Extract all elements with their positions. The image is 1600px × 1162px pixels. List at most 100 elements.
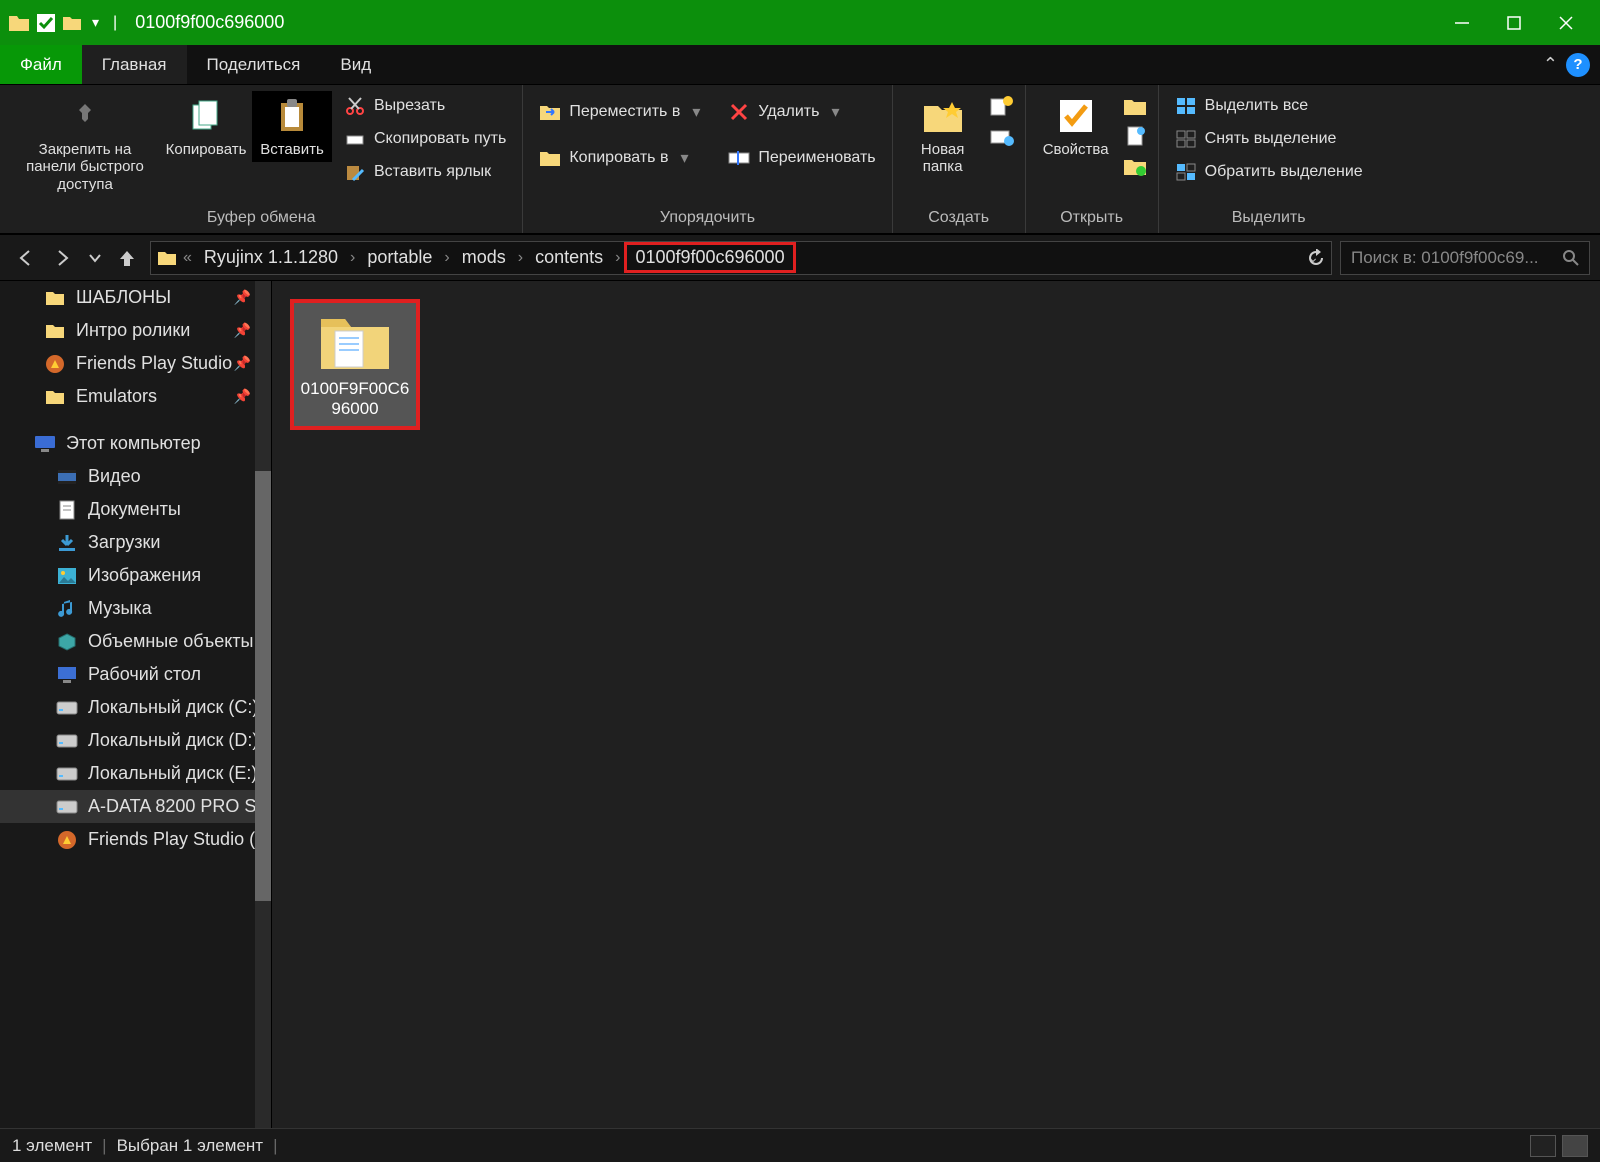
- delete-button[interactable]: Удалить ▾: [722, 97, 881, 127]
- breadcrumb-item[interactable]: portable: [361, 245, 438, 270]
- sidebar-pc-item[interactable]: Изображения: [0, 559, 271, 592]
- video-icon: [56, 466, 78, 488]
- close-button[interactable]: [1540, 0, 1592, 45]
- edit-button[interactable]: [1122, 125, 1148, 147]
- qat-dropdown-icon[interactable]: ▾: [88, 14, 103, 31]
- sidebar-pc-item[interactable]: Рабочий стол: [0, 658, 271, 691]
- select-all-button[interactable]: Выделить все: [1169, 91, 1369, 121]
- computer-icon: [34, 433, 56, 455]
- sidebar-quick-item[interactable]: ШАБЛОНЫ📌: [0, 281, 271, 314]
- sidebar-quick-item[interactable]: Friends Play Studio📌: [0, 347, 271, 380]
- sidebar-scrollbar[interactable]: [255, 281, 271, 1128]
- refresh-button[interactable]: [1307, 249, 1325, 267]
- folder-arrow-icon: [539, 101, 561, 123]
- sidebar-pc-item[interactable]: Видео: [0, 460, 271, 493]
- sidebar-pc-item[interactable]: Локальный диск (C:): [0, 691, 271, 724]
- chevron-icon[interactable]: ›: [348, 249, 357, 267]
- invert-selection-button[interactable]: Обратить выделение: [1169, 157, 1369, 187]
- menu-home[interactable]: Главная: [82, 45, 187, 84]
- breadcrumb-item[interactable]: contents: [529, 245, 609, 270]
- icons-view-button[interactable]: [1562, 1135, 1588, 1157]
- sidebar-quick-item[interactable]: Интро ролики📌: [0, 314, 271, 347]
- ribbon-group-clipboard: Закрепить на панели быстрого доступа Коп…: [0, 85, 523, 233]
- 3d-icon: [56, 631, 78, 653]
- sidebar-pc-item[interactable]: Загрузки: [0, 526, 271, 559]
- disk-icon: [56, 763, 78, 785]
- details-view-button[interactable]: [1530, 1135, 1556, 1157]
- cut-button[interactable]: Вырезать: [338, 91, 512, 121]
- new-item-button[interactable]: [989, 95, 1015, 117]
- menu-share[interactable]: Поделиться: [187, 45, 321, 84]
- chevron-icon[interactable]: ›: [613, 249, 622, 267]
- sidebar: ШАБЛОНЫ📌Интро ролики📌Friends Play Studio…: [0, 281, 272, 1128]
- open-button[interactable]: [1122, 95, 1148, 117]
- copy-button[interactable]: Копировать: [166, 91, 246, 162]
- sidebar-quick-item[interactable]: Emulators📌: [0, 380, 271, 413]
- sidebar-pc-item[interactable]: Объемные объекты: [0, 625, 271, 658]
- ribbon-group-select: Выделить все Снять выделение Обратить вы…: [1159, 85, 1379, 233]
- sidebar-pc-item[interactable]: Локальный диск (D:): [0, 724, 271, 757]
- folder-icon: [44, 287, 66, 309]
- sidebar-pc-item[interactable]: A-DATA 8200 PRO SS: [0, 790, 271, 823]
- sidebar-pc-item[interactable]: Локальный диск (E:): [0, 757, 271, 790]
- status-selection: Выбран 1 элемент: [117, 1136, 263, 1156]
- help-button[interactable]: ?: [1566, 53, 1590, 77]
- search-input[interactable]: Поиск в: 0100f9f00c69...: [1340, 241, 1590, 275]
- disk-icon: [56, 730, 78, 752]
- maximize-button[interactable]: [1488, 0, 1540, 45]
- menu-file[interactable]: Файл: [0, 45, 82, 84]
- download-icon: [56, 532, 78, 554]
- select-none-icon: [1175, 128, 1197, 150]
- pin-quick-access-button[interactable]: Закрепить на панели быстрого доступа: [10, 91, 160, 197]
- breadcrumb-current[interactable]: 0100f9f00c696000: [624, 242, 795, 273]
- folder-item[interactable]: 0100F9F00C696000: [290, 299, 420, 430]
- copy-to-button[interactable]: Копировать в ▾: [533, 143, 706, 173]
- sidebar-pc-item[interactable]: Документы: [0, 493, 271, 526]
- image-icon: [56, 565, 78, 587]
- pin-icon: 📌: [234, 322, 251, 339]
- up-button[interactable]: [112, 243, 142, 273]
- move-to-button[interactable]: Переместить в ▾: [533, 97, 706, 127]
- folder-icon: [44, 320, 66, 342]
- minimize-button[interactable]: [1436, 0, 1488, 45]
- scrollbar-thumb[interactable]: [255, 471, 271, 901]
- fp-icon: [44, 353, 66, 375]
- sidebar-pc-item[interactable]: Музыка: [0, 592, 271, 625]
- content-area[interactable]: 0100F9F00C696000: [272, 281, 1600, 1128]
- new-folder-button[interactable]: Новая папка: [903, 91, 983, 180]
- new-folder-icon: [922, 98, 964, 134]
- properties-button[interactable]: Свойства: [1036, 91, 1116, 162]
- ribbon-group-new: Новая папка Создать: [893, 85, 1026, 233]
- chevron-icon[interactable]: «: [181, 249, 194, 267]
- doc-icon: [56, 499, 78, 521]
- breadcrumb-item[interactable]: mods: [456, 245, 512, 270]
- history-button[interactable]: [1122, 155, 1148, 177]
- ribbon-collapse-icon[interactable]: ⌃: [1543, 54, 1558, 75]
- chevron-icon[interactable]: ›: [516, 249, 525, 267]
- history-dropdown[interactable]: [86, 243, 104, 273]
- menu-view[interactable]: Вид: [320, 45, 391, 84]
- select-none-button[interactable]: Снять выделение: [1169, 124, 1369, 154]
- ribbon-group-open: Свойства Открыть: [1026, 85, 1159, 233]
- chevron-icon[interactable]: ›: [442, 249, 451, 267]
- statusbar: 1 элемент | Выбран 1 элемент |: [0, 1128, 1600, 1162]
- back-button[interactable]: [10, 243, 40, 273]
- breadcrumb-item[interactable]: Ryujinx 1.1.1280: [198, 245, 344, 270]
- rename-button[interactable]: Переименовать: [722, 143, 881, 173]
- folder-label: 0100F9F00C696000: [300, 379, 410, 420]
- folder-icon: [157, 249, 177, 267]
- paste-button[interactable]: Вставить: [252, 91, 332, 162]
- copy-path-button[interactable]: Скопировать путь: [338, 124, 512, 154]
- address-bar[interactable]: « Ryujinx 1.1.1280› portable› mods› cont…: [150, 241, 1332, 275]
- tree-this-pc[interactable]: Этот компьютер: [0, 427, 271, 460]
- sidebar-pc-item[interactable]: Friends Play Studio (G: [0, 823, 271, 856]
- chevron-down-icon: ▾: [831, 102, 839, 122]
- folder-small-icon[interactable]: [62, 14, 82, 32]
- paste-shortcut-button[interactable]: Вставить ярлык: [338, 157, 512, 187]
- checkbox-icon[interactable]: [36, 13, 56, 33]
- forward-button[interactable]: [48, 243, 78, 273]
- ribbon-group-organize: Переместить в ▾ Копировать в ▾ Удалить ▾: [523, 85, 892, 233]
- scissors-icon: [344, 95, 366, 117]
- easy-access-button[interactable]: [989, 125, 1015, 147]
- chevron-down-icon: ▾: [680, 148, 688, 168]
